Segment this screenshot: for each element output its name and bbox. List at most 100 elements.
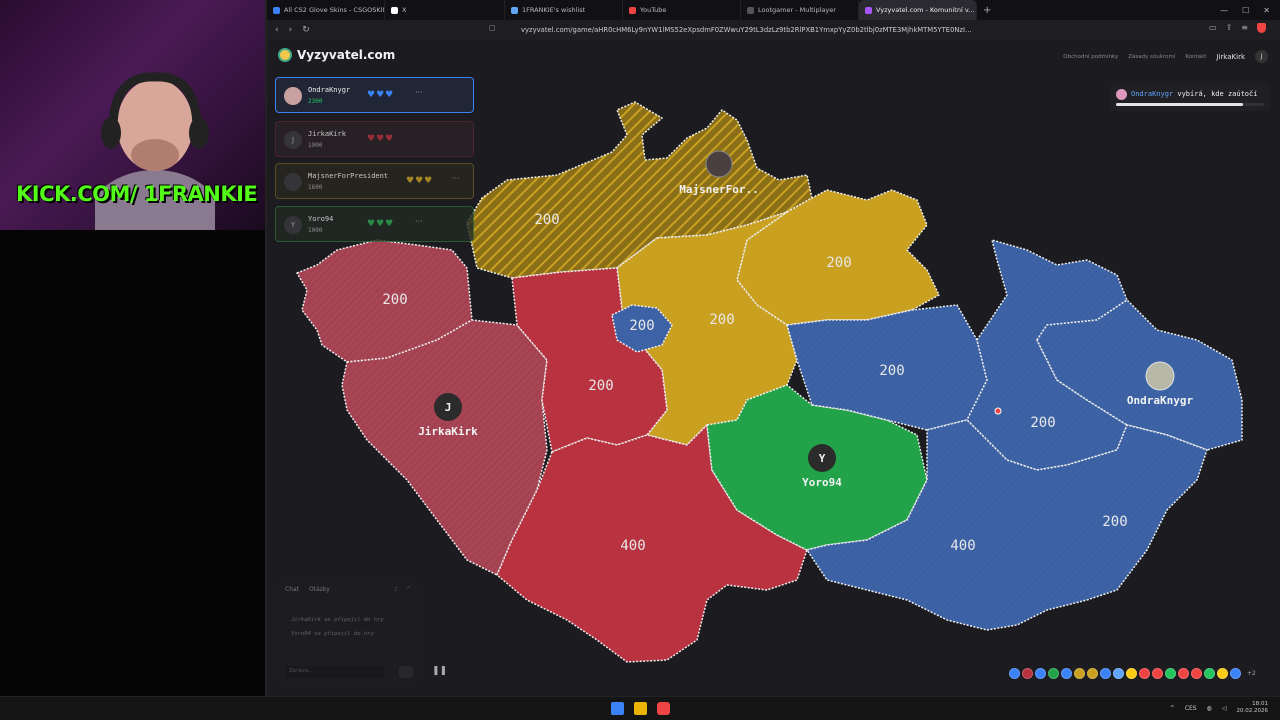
cursor-icon xyxy=(994,407,1002,415)
menu-icon[interactable]: ≡ xyxy=(1241,23,1248,33)
address-icons: ▭ ⇪ ≡ xyxy=(1209,23,1266,33)
color-swatch[interactable] xyxy=(1035,668,1046,679)
screen: KICK.COM/ 1FRANKIE All CS2 Glove Skins -… xyxy=(0,0,1280,720)
browser-tab[interactable]: YouTube xyxy=(623,0,741,20)
player-marker-initial: Y xyxy=(819,452,826,465)
tab-bar: All CS2 Glove Skins - CSGOSKINS.GG✕ X 1F… xyxy=(267,0,1280,20)
color-swatch[interactable] xyxy=(1139,668,1150,679)
bookmark-icon[interactable]: ▢ xyxy=(489,24,496,32)
avatar xyxy=(284,173,302,191)
player-score: 1900 xyxy=(308,142,323,149)
lives-hearts-icon: ♥♥♥ xyxy=(406,176,434,186)
chat-message: JirkaKirk se připojil do hry xyxy=(291,617,384,623)
region-value: 200 xyxy=(534,212,559,228)
player-card[interactable]: Y Yoro94 1000 ♥♥♥ ··· xyxy=(275,206,474,242)
brave-shield-icon[interactable] xyxy=(1257,23,1266,33)
region-value: 400 xyxy=(620,538,645,554)
color-swatch[interactable] xyxy=(1191,668,1202,679)
player-score: 1000 xyxy=(308,227,323,234)
region-value: 200 xyxy=(826,255,851,271)
player-name: Yoro94 xyxy=(308,215,334,223)
cast-icon[interactable]: ▭ xyxy=(1209,23,1217,33)
tray-chevron-icon[interactable]: ^ xyxy=(1170,705,1175,712)
color-swatch[interactable] xyxy=(1204,668,1215,679)
color-swatch[interactable] xyxy=(1074,668,1085,679)
color-swatch[interactable] xyxy=(1087,668,1098,679)
taskbar: ^ CES ◍ ◁ 18:01 20.02.2026 xyxy=(0,696,1280,720)
nav-terms[interactable]: Obchodní podmínky xyxy=(1063,54,1118,60)
player-card[interactable]: MajsnerForPresident 1600 ♥♥♥ ··· xyxy=(275,163,474,199)
send-button[interactable] xyxy=(399,666,413,678)
share-icon[interactable]: ⇪ xyxy=(1226,23,1233,33)
color-swatch[interactable] xyxy=(1217,668,1228,679)
url-field[interactable]: vyzyvatel.com/game/aHR0cHM6Ly9nYW1lMS52e… xyxy=(521,23,1041,37)
chat-input[interactable]: Zpráva... xyxy=(285,666,385,678)
user-avatar[interactable]: J xyxy=(1255,50,1268,63)
color-swatch[interactable] xyxy=(1022,668,1033,679)
nav-privacy[interactable]: Zásady soukromí xyxy=(1128,54,1175,60)
region-value: 200 xyxy=(709,312,734,328)
color-swatch[interactable] xyxy=(1048,668,1059,679)
clock[interactable]: 18:01 20.02.2026 xyxy=(1237,701,1269,715)
browser-tab[interactable]: X xyxy=(385,0,505,20)
tab-favicon-icon xyxy=(391,6,398,14)
network-icon[interactable]: ◍ xyxy=(1207,705,1212,712)
color-swatch[interactable] xyxy=(1152,668,1163,679)
nav-contact[interactable]: Kontakt xyxy=(1185,54,1206,60)
more-icon[interactable]: ··· xyxy=(415,88,423,97)
chat-panel: Chat Otázky ♪ ^ JirkaKirk se připojil do … xyxy=(279,580,417,684)
back-icon[interactable]: ‹ xyxy=(275,25,279,35)
browser-tab[interactable]: All CS2 Glove Skins - CSGOSKINS.GG✕ xyxy=(267,0,385,20)
color-swatch[interactable] xyxy=(1100,668,1111,679)
color-swatch[interactable] xyxy=(1230,668,1241,679)
collapse-icon[interactable]: ^ xyxy=(406,586,411,593)
browser-tab-active[interactable]: Vyzyvatel.com - Komunitní v...✕ xyxy=(859,0,977,20)
pause-icon[interactable]: ❚❚ xyxy=(432,666,447,678)
file-explorer-icon[interactable] xyxy=(634,702,647,715)
more-colors[interactable]: +2 xyxy=(1247,670,1256,677)
bell-icon[interactable]: ♪ xyxy=(394,586,398,593)
site-logo[interactable]: Vyzyvatel.com xyxy=(278,48,395,62)
avatar: J xyxy=(284,131,302,149)
forward-icon[interactable]: › xyxy=(289,25,293,35)
region-value: 200 xyxy=(382,292,407,308)
player-card[interactable]: J JirkaKirk 1900 ♥♥♥ xyxy=(275,121,474,157)
player-score: 2300 xyxy=(308,98,323,105)
tab-favicon-icon xyxy=(273,6,280,14)
reload-icon[interactable]: ↻ xyxy=(302,25,310,35)
status-player: OndraKnygr xyxy=(1131,90,1174,98)
region-value: 200 xyxy=(1102,514,1127,530)
start-icon[interactable] xyxy=(611,702,624,715)
lang-indicator[interactable]: CES xyxy=(1185,705,1197,712)
tab-favicon-icon xyxy=(629,6,636,14)
region-value: 400 xyxy=(950,538,975,554)
player-card[interactable]: OndraKnygr 2300 ♥♥♥ ··· xyxy=(275,77,474,113)
more-icon[interactable]: ··· xyxy=(415,217,423,226)
volume-icon[interactable]: ◁ xyxy=(1222,705,1227,712)
color-swatch[interactable] xyxy=(1165,668,1176,679)
color-swatch[interactable] xyxy=(1113,668,1124,679)
more-icon[interactable]: ··· xyxy=(452,174,460,183)
color-swatch[interactable] xyxy=(1126,668,1137,679)
browser-tab[interactable]: 1FRANKIE's wishlist xyxy=(505,0,623,20)
browser-window: All CS2 Glove Skins - CSGOSKINS.GG✕ X 1F… xyxy=(267,0,1280,696)
current-username[interactable]: JirkaKirk xyxy=(1216,53,1245,61)
lives-hearts-icon: ♥♥♥ xyxy=(367,90,395,100)
tab-chat[interactable]: Chat xyxy=(285,586,299,593)
new-tab-icon[interactable]: + xyxy=(977,5,997,16)
color-swatch[interactable] xyxy=(1061,668,1072,679)
brave-browser-icon[interactable] xyxy=(657,702,670,715)
player-marker-initial: J xyxy=(445,401,452,414)
region-value: 200 xyxy=(629,318,654,334)
lives-hearts-icon: ♥♥♥ xyxy=(367,134,395,144)
turn-timer-bar xyxy=(1116,103,1264,106)
maximize-icon[interactable]: ☐ xyxy=(1242,6,1249,15)
window-close-icon[interactable]: ✕ xyxy=(1263,6,1270,15)
tab-favicon-icon xyxy=(865,6,872,14)
color-swatch[interactable] xyxy=(1178,668,1189,679)
browser-tab[interactable]: Lootgamer - Multiplayer xyxy=(741,0,859,20)
minimize-icon[interactable]: — xyxy=(1220,6,1228,15)
turn-timer-fill xyxy=(1116,103,1244,106)
tab-questions[interactable]: Otázky xyxy=(309,586,330,593)
color-swatch[interactable] xyxy=(1009,668,1020,679)
